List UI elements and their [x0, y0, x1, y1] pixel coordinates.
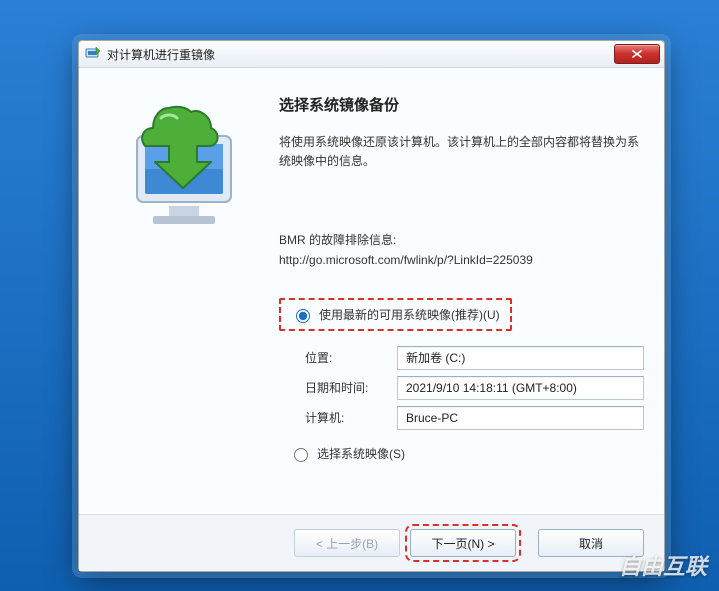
location-label: 位置:: [305, 349, 397, 366]
datetime-value: 2021/9/10 14:18:11 (GMT+8:00): [397, 376, 644, 400]
troubleshoot-url: http://go.microsoft.com/fwlink/p/?LinkId…: [279, 251, 644, 270]
computer-row: 计算机: Bruce-PC: [305, 403, 644, 433]
location-value: 新加卷 (C:): [397, 346, 644, 370]
use-latest-image-label: 使用最新的可用系统映像(推荐)(U): [319, 306, 500, 323]
datetime-row: 日期和时间: 2021/9/10 14:18:11 (GMT+8:00): [305, 373, 644, 403]
datetime-label: 日期和时间:: [305, 379, 397, 396]
location-row: 位置: 新加卷 (C:): [305, 343, 644, 373]
select-image-option[interactable]: 选择系统映像(S): [279, 439, 415, 468]
close-icon: [632, 50, 642, 58]
computer-label: 计算机:: [305, 409, 397, 426]
wizard-illustration: [99, 88, 269, 258]
wizard-content: 选择系统镜像备份 将使用系统映像还原该计算机。该计算机上的全部内容都将替换为系统…: [279, 88, 644, 515]
select-image-radio[interactable]: [294, 448, 308, 462]
latest-image-details: 位置: 新加卷 (C:) 日期和时间: 2021/9/10 14:18:11 (…: [305, 343, 644, 433]
use-latest-image-radio[interactable]: [296, 309, 310, 323]
titlebar[interactable]: 对计算机进行重镜像: [79, 41, 664, 68]
wizard-button-bar: < 上一步(B) 下一页(N) > 取消: [79, 514, 664, 571]
app-icon: [85, 46, 101, 62]
image-source-radio-group: 使用最新的可用系统映像(推荐)(U) 位置: 新加卷 (C:) 日期和时间: 2…: [279, 298, 644, 468]
page-heading: 选择系统镜像备份: [279, 94, 644, 115]
troubleshoot-info: BMR 的故障排除信息: http://go.microsoft.com/fwl…: [279, 231, 644, 269]
window-client-area: 选择系统镜像备份 将使用系统映像还原该计算机。该计算机上的全部内容都将替换为系统…: [79, 68, 664, 571]
reimage-wizard-window: 对计算机进行重镜像: [78, 40, 665, 572]
page-description: 将使用系统映像还原该计算机。该计算机上的全部内容都将替换为系统映像中的信息。: [279, 133, 644, 171]
next-button[interactable]: 下一页(N) >: [410, 529, 516, 557]
close-button[interactable]: [614, 44, 660, 64]
use-latest-image-option[interactable]: 使用最新的可用系统映像(推荐)(U): [279, 298, 512, 331]
computer-value: Bruce-PC: [397, 406, 644, 430]
window-title: 对计算机进行重镜像: [107, 46, 614, 63]
back-button[interactable]: < 上一步(B): [294, 529, 400, 557]
desktop-background: 对计算机进行重镜像: [0, 0, 719, 591]
cancel-button[interactable]: 取消: [538, 529, 644, 557]
troubleshoot-label: BMR 的故障排除信息:: [279, 231, 644, 250]
select-image-label: 选择系统映像(S): [317, 445, 405, 462]
